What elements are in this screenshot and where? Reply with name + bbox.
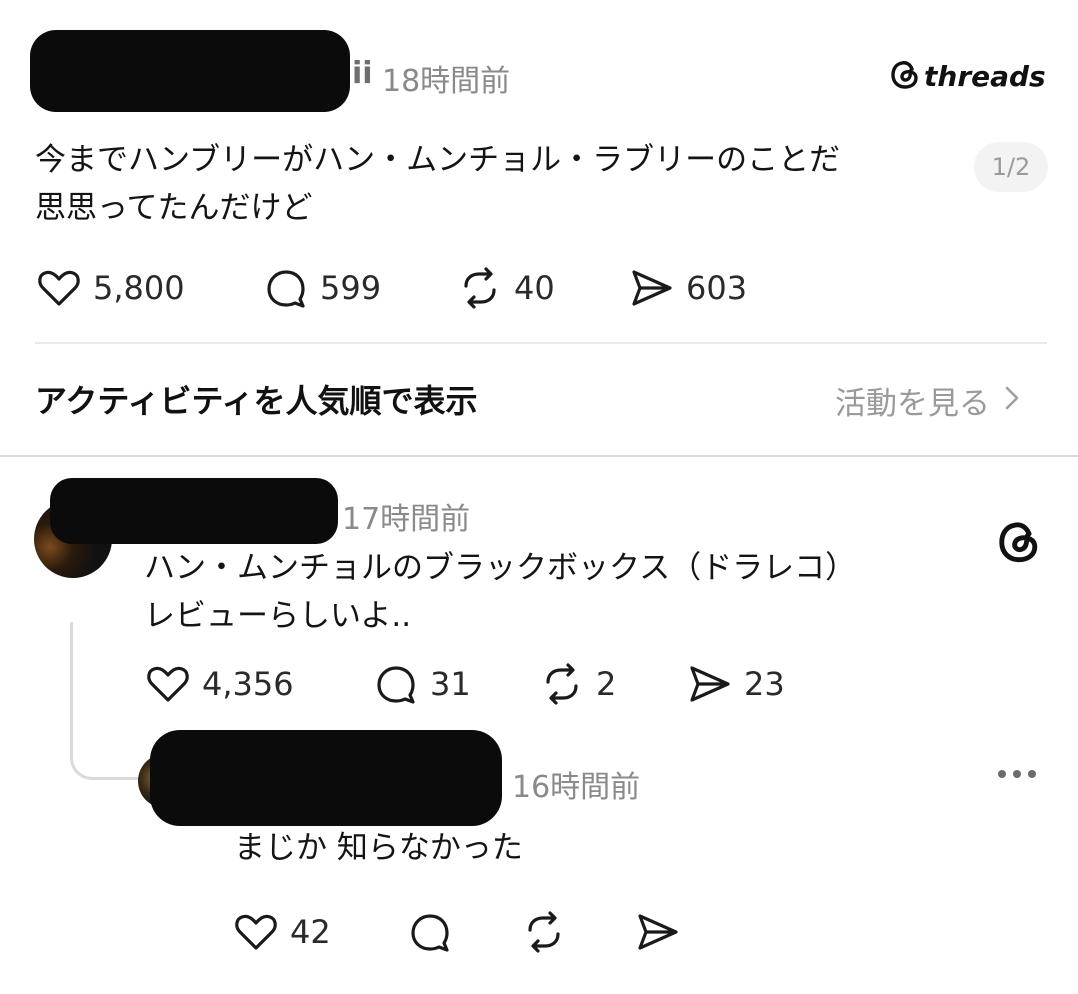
repost-count: 2 <box>596 665 617 703</box>
activity-sort-title: アクティビティを人気順で表示 <box>35 382 478 420</box>
view-activity-link[interactable]: 活動を見る <box>835 378 1020 423</box>
like-button[interactable]: 4,356 <box>144 662 294 706</box>
heart-icon <box>232 908 280 956</box>
send-icon <box>628 264 676 312</box>
view-activity-label: 活動を見る <box>835 386 990 422</box>
comment-icon <box>406 908 454 956</box>
repost-icon <box>520 908 568 956</box>
repost-button[interactable] <box>520 910 568 954</box>
send-icon <box>686 660 734 708</box>
threads-logo[interactable]: threads <box>890 58 1046 94</box>
reply-count: 31 <box>430 665 471 703</box>
reply-button[interactable]: 31 <box>372 662 471 706</box>
reply2-timestamp: 16時間前 <box>512 770 641 805</box>
reply2-text: まじか 知らなかった <box>234 830 523 866</box>
divider <box>35 342 1047 344</box>
repost-icon <box>456 264 504 312</box>
reply1-text-line2: レビューらしいよ.. <box>144 598 412 634</box>
post-text-line2: 思思ってたんだけど <box>35 190 313 226</box>
post-timestamp: 18時間前 <box>382 64 511 99</box>
share-count: 603 <box>686 269 748 307</box>
repost-button[interactable]: 40 <box>456 266 555 310</box>
reply1-text-line1: ハン・ムンチョルのブラックボックス（ドラレコ） <box>144 550 857 586</box>
original-post: ii 18時間前 threads 今までハンブリーがハン・ムンチョル・ラブリーの… <box>0 0 1078 455</box>
reply1-timestamp: 17時間前 <box>342 502 471 537</box>
post-text-line1: 今までハンブリーがハン・ムンチョル・ラブリーのことだ <box>35 142 841 178</box>
more-icon <box>1013 770 1021 778</box>
like-count: 4,356 <box>202 665 294 703</box>
comment-icon <box>372 660 420 708</box>
like-count: 5,800 <box>93 269 185 307</box>
heart-icon <box>35 264 83 312</box>
repost-icon <box>538 660 586 708</box>
share-button[interactable] <box>634 910 682 954</box>
page-indicator[interactable]: 1/2 <box>974 142 1048 192</box>
thread-connector-line <box>70 622 143 780</box>
redacted-username <box>30 30 350 112</box>
like-button[interactable]: 5,800 <box>35 266 185 310</box>
chevron-right-icon <box>990 383 1020 419</box>
post-username-suffix: ii <box>352 56 373 91</box>
like-count: 42 <box>290 913 331 951</box>
more-icon <box>1028 770 1036 778</box>
reply-button[interactable] <box>406 910 454 954</box>
reply-count: 599 <box>320 269 382 307</box>
threads-wordmark: threads <box>924 59 1046 93</box>
more-icon <box>998 770 1006 778</box>
share-button[interactable]: 603 <box>628 266 747 310</box>
send-icon <box>634 908 682 956</box>
share-count: 23 <box>744 665 785 703</box>
repost-count: 40 <box>514 269 555 307</box>
threads-logo-icon[interactable] <box>996 518 1042 568</box>
like-button[interactable]: 42 <box>232 910 331 954</box>
reply-button[interactable]: 599 <box>262 266 381 310</box>
repost-button[interactable]: 2 <box>538 662 616 706</box>
threads-logo-icon <box>890 58 920 94</box>
comment-icon <box>262 264 310 312</box>
redacted-username <box>50 478 338 544</box>
more-options-button[interactable] <box>998 770 1036 778</box>
share-button[interactable]: 23 <box>686 662 785 706</box>
redacted-username <box>150 730 502 826</box>
heart-icon <box>144 660 192 708</box>
